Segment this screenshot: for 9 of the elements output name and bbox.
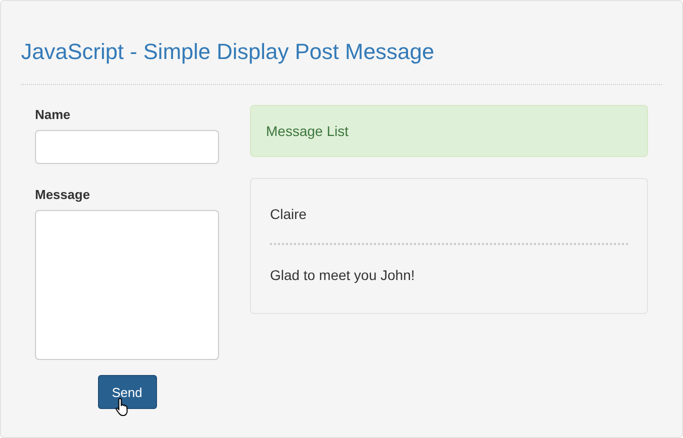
message-text: Glad to meet you John! <box>270 266 416 285</box>
message-author: Claire <box>270 205 308 224</box>
message-field[interactable] <box>35 210 219 360</box>
send-button[interactable]: Send <box>98 375 156 409</box>
message-list-header: Message List <box>250 105 648 157</box>
field-label: Message <box>35 186 91 204</box>
name-field[interactable] <box>35 130 219 164</box>
page-title: JavaScript - Simple Display Post Message <box>21 38 436 66</box>
field-label: Name <box>35 106 72 124</box>
